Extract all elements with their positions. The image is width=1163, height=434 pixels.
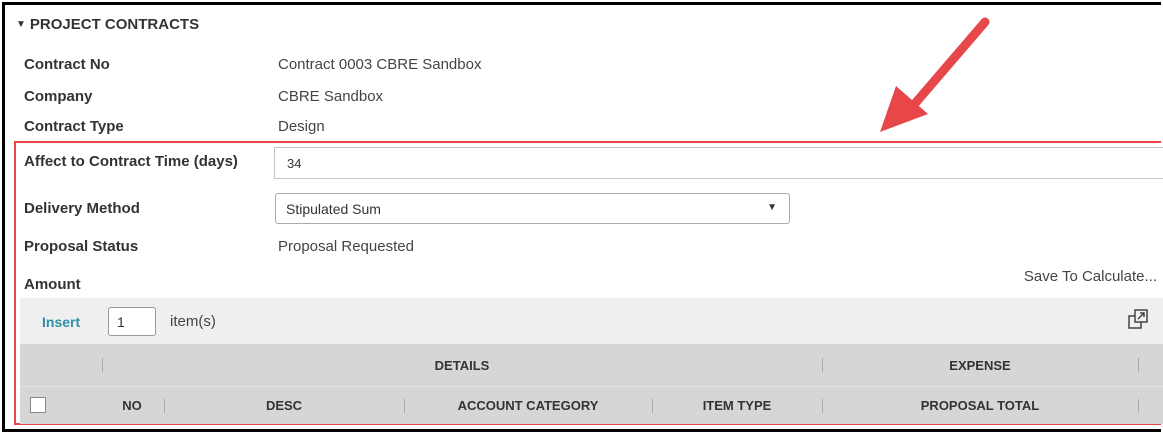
red-arrow-icon <box>880 17 990 132</box>
